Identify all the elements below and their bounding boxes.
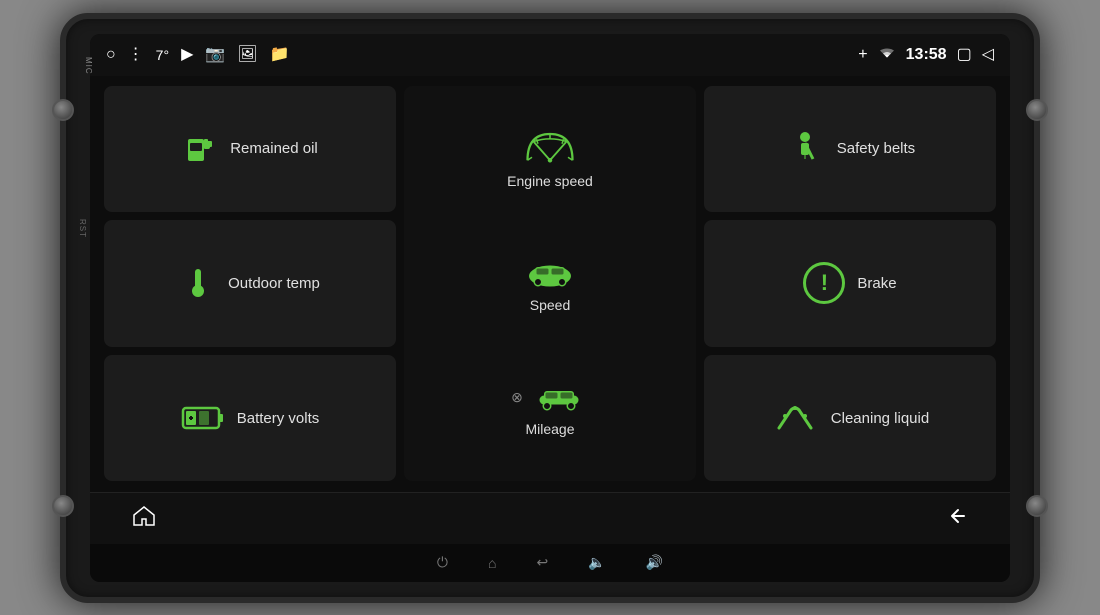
speed-section: Speed: [520, 253, 580, 313]
wifi-icon: [878, 46, 896, 64]
battery-volts-label: Battery volts: [237, 410, 320, 427]
mileage-section: ⊗: [511, 377, 589, 437]
car-unit: MIC RST ○ ⋮ 7° ▶ 📷 🖼 📁 +: [60, 13, 1040, 603]
mileage-label: Mileage: [525, 421, 574, 437]
back-button[interactable]: [932, 499, 980, 538]
sys-back-button[interactable]: ↩: [536, 554, 548, 571]
screen: ○ ⋮ 7° ▶ 📷 🖼 📁 + 13:58 ▢: [90, 34, 1010, 582]
brake-icon: !: [803, 262, 845, 304]
back-arrow-icon[interactable]: ◁: [982, 47, 994, 63]
brake-label: Brake: [857, 275, 896, 292]
mic-label: MIC: [84, 57, 93, 75]
photo-icon[interactable]: 🖼: [237, 47, 257, 63]
cleaning-liquid-tile[interactable]: Cleaning liquid: [704, 355, 996, 482]
thermometer-icon: [180, 265, 216, 301]
menu-dots-icon: ⋮: [128, 47, 144, 63]
speed-car-icon: [520, 253, 580, 293]
speed-label: Speed: [530, 297, 570, 313]
status-bar: ○ ⋮ 7° ▶ 📷 🖼 📁 + 13:58 ▢: [90, 34, 1010, 76]
screw-bottom-right: [1026, 495, 1048, 517]
rst-label: RST: [78, 219, 87, 238]
safety-belts-tile[interactable]: Safety belts: [704, 86, 996, 213]
square-icon[interactable]: ▢: [957, 47, 972, 63]
seatbelt-icon: [785, 129, 825, 169]
power-button[interactable]: ⏻: [437, 554, 448, 571]
engine-speed-label: Engine speed: [507, 173, 593, 189]
center-tile[interactable]: Engine speed: [404, 86, 696, 482]
brake-tile[interactable]: ! Brake: [704, 220, 996, 347]
engine-speed-icon: [520, 129, 580, 169]
circle-icon: ○: [106, 47, 116, 63]
cleaning-icon: [771, 400, 819, 436]
bluetooth-icon: +: [858, 47, 867, 63]
sys-home-button[interactable]: ⌂: [488, 555, 496, 571]
screw-top-left: [52, 99, 74, 121]
mileage-car-icon: [529, 377, 589, 417]
home-button[interactable]: [120, 499, 168, 538]
screw-top-right: [1026, 99, 1048, 121]
remained-oil-label: Remained oil: [230, 140, 318, 157]
outdoor-temp-tile[interactable]: Outdoor temp: [104, 220, 396, 347]
time-display: 13:58: [906, 46, 947, 64]
fuel-icon: [182, 131, 218, 167]
outdoor-temp-label: Outdoor temp: [228, 275, 320, 292]
brake-exclamation: !: [821, 270, 828, 296]
warning-circle-icon: ⊗: [511, 389, 523, 406]
mileage-icon-row: ⊗: [511, 377, 589, 417]
system-bar: ⏻ ⌂ ↩ 🔈 🔊: [90, 544, 1010, 582]
main-content: Remained oil: [90, 76, 1010, 492]
cleaning-liquid-label: Cleaning liquid: [831, 410, 929, 427]
safety-belts-label: Safety belts: [837, 140, 915, 157]
engine-speed-section: Engine speed: [507, 129, 593, 189]
temperature-display: 7°: [156, 47, 169, 63]
battery-icon: [181, 404, 225, 432]
camera-icon[interactable]: 📷: [205, 47, 225, 63]
vol-down-button[interactable]: 🔈: [588, 554, 605, 571]
dashboard-grid: Remained oil: [104, 86, 996, 482]
status-right-icons: + 13:58 ▢ ◁: [858, 46, 994, 64]
youtube-icon[interactable]: ▶: [181, 47, 193, 63]
battery-volts-tile[interactable]: Battery volts: [104, 355, 396, 482]
status-left-icons: ○ ⋮ 7° ▶ 📷 🖼 📁: [106, 47, 846, 63]
vol-up-button[interactable]: 🔊: [646, 554, 663, 571]
file-icon[interactable]: 📁: [270, 47, 290, 63]
bottom-nav: [90, 492, 1010, 544]
screw-bottom-left: [52, 495, 74, 517]
remained-oil-tile[interactable]: Remained oil: [104, 86, 396, 213]
